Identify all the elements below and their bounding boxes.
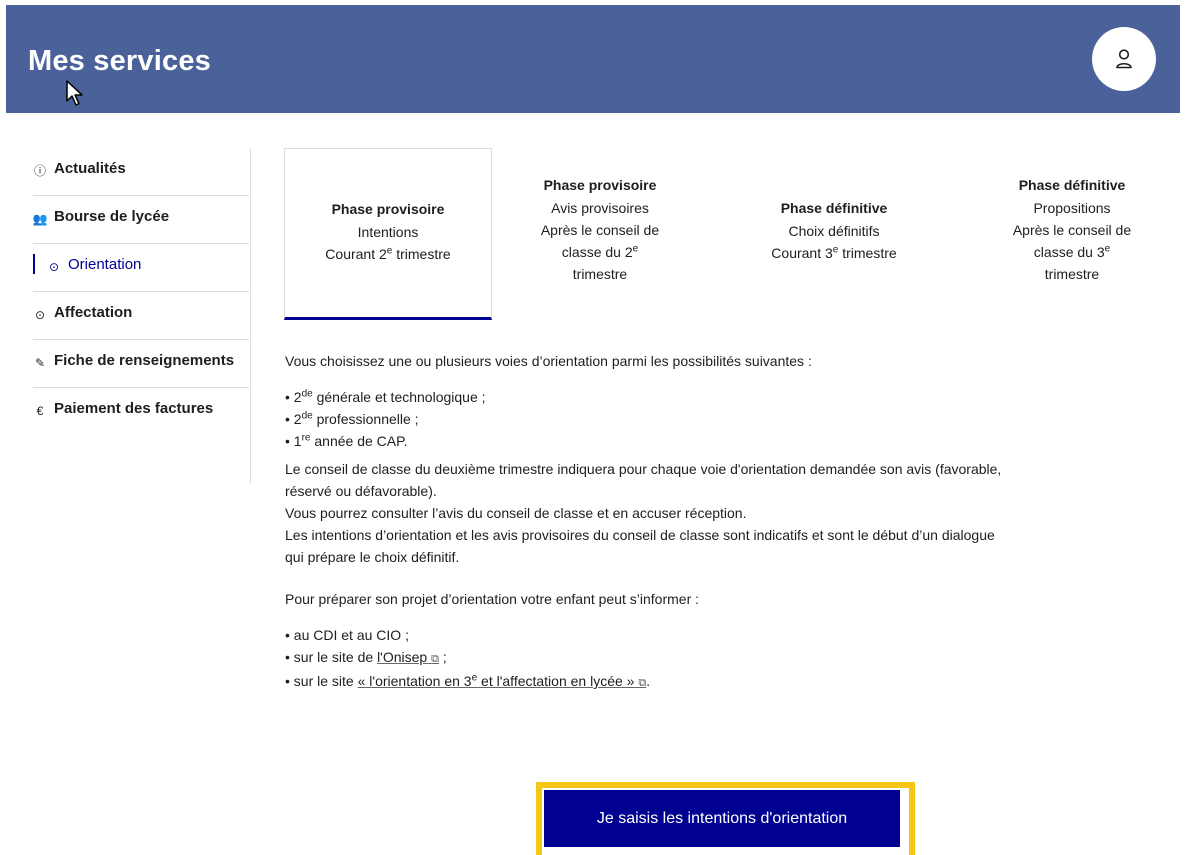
tab-title: Phase définitive bbox=[1018, 177, 1126, 193]
external-link-icon: ⧉ bbox=[431, 653, 439, 665]
tab-line: Choix définitifs bbox=[788, 223, 880, 239]
tab-line: Courant 3e trimestre bbox=[771, 244, 897, 261]
tab-line: Après le conseil de bbox=[1012, 222, 1132, 238]
user-account-button[interactable] bbox=[1092, 27, 1156, 91]
sidebar-nav: ⓘ Actualités 👥 Bourse de lycée ⊙ Orienta… bbox=[33, 148, 249, 435]
tab-phase-intentions[interactable]: Phase provisoire Intentions Courant 2e t… bbox=[284, 148, 492, 320]
tab-phase-avis-provisoires[interactable]: Phase provisoire Avis provisoires Après … bbox=[516, 148, 684, 320]
sidebar-item-label: Bourse de lycée bbox=[54, 208, 170, 225]
sidebar-item-orientation[interactable]: ⊙ Orientation bbox=[33, 244, 249, 292]
saisir-intentions-button[interactable]: Je saisis les intentions d'orientation bbox=[544, 790, 900, 847]
people-icon: 👥 bbox=[32, 212, 48, 226]
list-item: sur le site de l'Onisep ⧉ ; bbox=[285, 646, 1175, 670]
page-title: Mes services bbox=[28, 45, 211, 77]
header-banner: Mes services bbox=[6, 5, 1180, 113]
tab-line: classe du 3e bbox=[1033, 243, 1111, 260]
tab-line: Courant 2e trimestre bbox=[325, 245, 451, 262]
conseil-paragraph: Le conseil de classe du deuxième trimest… bbox=[285, 461, 1002, 565]
list-item: 2de générale et technologique ; bbox=[285, 386, 1175, 408]
info-icon: ⓘ bbox=[33, 164, 46, 178]
tab-title: Phase provisoire bbox=[331, 201, 445, 217]
sidebar-item-bourse[interactable]: 👥 Bourse de lycée bbox=[33, 196, 249, 244]
sidebar-item-label: Orientation bbox=[68, 256, 142, 273]
inform-text: Pour préparer son projet d’orientation v… bbox=[285, 591, 700, 607]
sidebar-item-affectation[interactable]: ⊙ Affectation bbox=[33, 292, 249, 340]
compass-icon: ⊙ bbox=[34, 308, 46, 322]
orientation-content: Vous choisissez une ou plusieurs voies d… bbox=[285, 350, 1175, 694]
tab-phase-propositions[interactable]: Phase définitive Propositions Après le c… bbox=[974, 148, 1170, 320]
sidebar-item-actualites[interactable]: ⓘ Actualités bbox=[33, 148, 249, 196]
active-indicator bbox=[33, 254, 35, 274]
voies-list: 2de générale et technologique ; 2de prof… bbox=[285, 386, 1175, 452]
sidebar-item-label: Affectation bbox=[54, 304, 133, 321]
tab-line: Avis provisoires bbox=[551, 200, 649, 216]
list-item: 2de professionnelle ; bbox=[285, 408, 1175, 430]
tab-line: trimestre bbox=[1044, 266, 1100, 282]
phase-tabs: Phase provisoire Intentions Courant 2e t… bbox=[284, 148, 1170, 320]
euro-icon: € bbox=[36, 404, 44, 418]
orientation-affectation-link[interactable]: « l'orientation en 3e et l'affectation e… bbox=[358, 673, 647, 689]
edit-icon: ✎ bbox=[34, 356, 46, 370]
sidebar-item-fiche[interactable]: ✎ Fiche de renseignements bbox=[33, 340, 249, 388]
onisep-link[interactable]: l'Onisep ⧉ bbox=[377, 649, 439, 665]
user-icon bbox=[1116, 49, 1132, 69]
tab-line: Propositions bbox=[1033, 200, 1111, 216]
compass-icon: ⊙ bbox=[48, 260, 60, 274]
sidebar-item-label: Paiement des factures bbox=[54, 400, 214, 417]
list-item: 1re année de CAP. bbox=[285, 430, 1175, 452]
sidebar-item-paiement[interactable]: € Paiement des factures bbox=[33, 388, 249, 435]
tab-phase-choix-definitifs[interactable]: Phase définitive Choix définitifs Couran… bbox=[734, 148, 934, 320]
sidebar-divider bbox=[250, 148, 251, 484]
sidebar-item-label: Actualités bbox=[54, 160, 126, 177]
info-sources-list: au CDI et au CIO ; sur le site de l'Onis… bbox=[285, 624, 1175, 694]
mouse-cursor-icon bbox=[66, 80, 83, 106]
tab-line: trimestre bbox=[572, 266, 628, 282]
tab-line: Après le conseil de bbox=[540, 222, 660, 238]
tab-title: Phase provisoire bbox=[543, 177, 657, 193]
tab-line: Intentions bbox=[357, 224, 419, 240]
list-item: sur le site « l'orientation en 3e et l'a… bbox=[285, 670, 1175, 694]
list-item: au CDI et au CIO ; bbox=[285, 624, 1175, 646]
intro-text: Vous choisissez une ou plusieurs voies d… bbox=[285, 353, 812, 369]
tab-title: Phase définitive bbox=[780, 200, 888, 216]
sidebar-item-label: Fiche de renseignements bbox=[54, 352, 235, 369]
tab-line: classe du 2e bbox=[561, 243, 639, 260]
